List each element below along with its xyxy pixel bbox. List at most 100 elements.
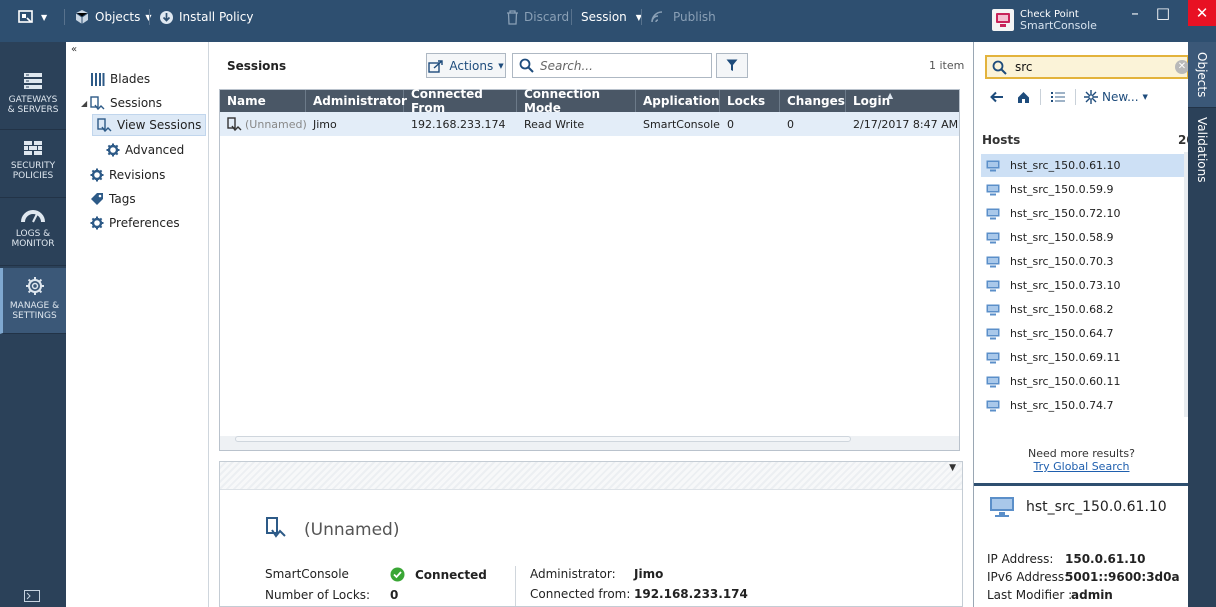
tree-item-view-sessions[interactable]: View Sessions <box>92 114 207 136</box>
toolbar-divider <box>149 9 150 25</box>
object-search-box[interactable]: ✕ <box>985 55 1189 79</box>
tree-item-preferences[interactable]: Preferences <box>90 212 180 234</box>
nav-label-line1: LOGS & <box>15 229 51 239</box>
host-name: hst_src_150.0.74.7 <box>1010 399 1114 412</box>
list-item[interactable]: hst_src_150.0.58.9 <box>981 226 1185 249</box>
host-icon <box>986 232 1000 244</box>
close-window-button[interactable]: ✕ <box>1188 0 1216 26</box>
list-item[interactable]: hst_src_150.0.60.11 <box>981 370 1185 393</box>
collapse-panel-button[interactable]: « <box>71 44 77 55</box>
object-details-divider[interactable] <box>974 483 1189 486</box>
collapse-details-icon[interactable]: ▼ <box>949 463 956 473</box>
host-icon <box>986 328 1000 340</box>
host-name: hst_src_150.0.60.11 <box>1010 375 1121 388</box>
gear-icon <box>90 216 104 230</box>
global-search-link[interactable]: Try Global Search <box>974 460 1189 473</box>
details-title: (Unnamed) <box>304 520 400 540</box>
search-input[interactable] <box>540 58 700 73</box>
column-header-name[interactable]: Name <box>220 90 306 112</box>
nav-security-policies[interactable]: SECURITY POLICIES <box>0 132 66 198</box>
clear-search-icon[interactable]: ✕ <box>1175 60 1189 74</box>
nav-logs-monitor[interactable]: LOGS & MONITOR <box>0 200 66 266</box>
host-icon <box>986 184 1000 196</box>
tree-expand-arrow-icon[interactable]: ◢ <box>81 99 87 108</box>
sessions-view: Sessions Actions ▼ 1 item Name Administr… <box>209 42 973 607</box>
details-from-label: Connected from: <box>530 587 631 601</box>
column-header-login[interactable]: Login ▲ <box>846 90 959 112</box>
host-name: hst_src_150.0.58.9 <box>1010 231 1114 244</box>
sort-ascending-icon: ▲ <box>887 91 894 100</box>
tree-item-blades[interactable]: Blades <box>90 68 150 90</box>
list-view-button[interactable] <box>1045 86 1071 108</box>
tree-item-revisions[interactable]: Revisions <box>90 164 165 186</box>
list-item[interactable]: hst_src_150.0.68.2 <box>981 298 1185 321</box>
object-search-input[interactable] <box>1015 60 1165 74</box>
actions-button[interactable]: Actions ▼ <box>426 53 506 78</box>
list-item[interactable]: hst_src_150.0.69.11 <box>981 346 1185 369</box>
nav-label-line2: & SERVERS <box>7 105 59 115</box>
firewall-icon <box>23 140 43 156</box>
sessions-search[interactable] <box>512 53 712 78</box>
gear-icon <box>90 168 104 182</box>
table-header: Name Administrator Connected From Connec… <box>220 87 959 115</box>
host-icon <box>986 208 1000 220</box>
column-header-changes[interactable]: Changes <box>780 90 846 112</box>
filter-button[interactable] <box>716 53 748 78</box>
column-header-connection-mode[interactable]: Connection Mode <box>517 87 636 115</box>
app-menu-button[interactable]: ▼ <box>18 0 47 34</box>
nav-manage-settings[interactable]: MANAGE & SETTINGS <box>0 268 66 334</box>
install-policy-button[interactable]: Install Policy <box>159 0 253 34</box>
session-menu-label: Session <box>581 10 627 24</box>
list-item[interactable]: hst_src_150.0.61.10 <box>981 154 1185 177</box>
nav-gateways-servers[interactable]: GATEWAYS & SERVERS <box>0 64 66 130</box>
logo-line-2: SmartConsole <box>1020 19 1097 32</box>
horizontal-scrollbar[interactable] <box>235 436 851 442</box>
new-object-button[interactable]: New... ▼ <box>1084 90 1148 104</box>
tree-item-tags[interactable]: Tags <box>90 188 136 210</box>
session-menu-button[interactable]: Session ▼ <box>581 0 642 34</box>
object-explorer-panel: ✕ New... ▼ Hosts 20 hst_src_150.0.61.10h… <box>973 42 1195 607</box>
column-header-connected-from[interactable]: Connected From <box>404 87 517 115</box>
session-icon <box>227 116 242 132</box>
page-title: Sessions <box>227 59 287 73</box>
new-object-label: New... <box>1102 90 1139 104</box>
maximize-button[interactable]: □ <box>1148 2 1178 24</box>
column-header-administrator[interactable]: Administrator <box>306 90 407 112</box>
list-item[interactable]: hst_src_150.0.64.7 <box>981 322 1185 345</box>
hosts-category-label: Hosts <box>982 133 1021 147</box>
list-item[interactable]: hst_src_150.0.72.10 <box>981 202 1185 225</box>
tab-objects[interactable]: Objects <box>1188 42 1216 108</box>
publish-icon <box>650 10 668 24</box>
publish-button[interactable]: Publish <box>650 0 716 34</box>
column-header-locks[interactable]: Locks <box>720 90 780 112</box>
host-name: hst_src_150.0.68.2 <box>1010 303 1114 316</box>
main-navigation: GATEWAYS & SERVERS SECURITY POLICIES LOG… <box>0 42 66 607</box>
list-item[interactable]: hst_src_150.0.59.9 <box>981 178 1185 201</box>
command-line-icon[interactable] <box>24 590 40 605</box>
toolbar-divider <box>1040 89 1041 105</box>
back-button[interactable] <box>984 86 1010 108</box>
tree-item-advanced[interactable]: Advanced <box>106 139 184 161</box>
tree-item-sessions[interactable]: Sessions <box>90 92 162 114</box>
publish-label: Publish <box>673 10 716 24</box>
list-item[interactable]: hst_src_150.0.73.10 <box>981 274 1185 297</box>
list-item[interactable]: hst_src_150.0.74.7 <box>981 394 1185 417</box>
objects-menu-button[interactable]: Objects ▼ <box>74 0 152 34</box>
host-name: hst_src_150.0.59.9 <box>1010 183 1114 196</box>
list-item[interactable]: hst_src_150.0.70.3 <box>981 250 1185 273</box>
column-header-application[interactable]: Application <box>636 90 720 112</box>
objects-menu-label: Objects <box>95 10 141 24</box>
details-divider <box>515 566 516 606</box>
details-locks-value: 0 <box>390 588 399 602</box>
table-row[interactable]: (Unnamed) Jimo 192.168.233.174 Read Writ… <box>220 112 959 136</box>
cell-login: 2/17/2017 8:47 AM <box>853 117 959 131</box>
home-button[interactable] <box>1010 86 1036 108</box>
tree-item-label: Preferences <box>109 216 180 230</box>
discard-button[interactable]: Discard <box>506 0 569 34</box>
actions-label: Actions <box>449 58 494 73</box>
minimize-button[interactable]: – <box>1120 2 1150 24</box>
tab-validations[interactable]: Validations <box>1188 110 1216 190</box>
details-splitter[interactable]: ▼ <box>220 462 962 490</box>
gear-icon <box>25 276 45 296</box>
host-icon <box>986 304 1000 316</box>
